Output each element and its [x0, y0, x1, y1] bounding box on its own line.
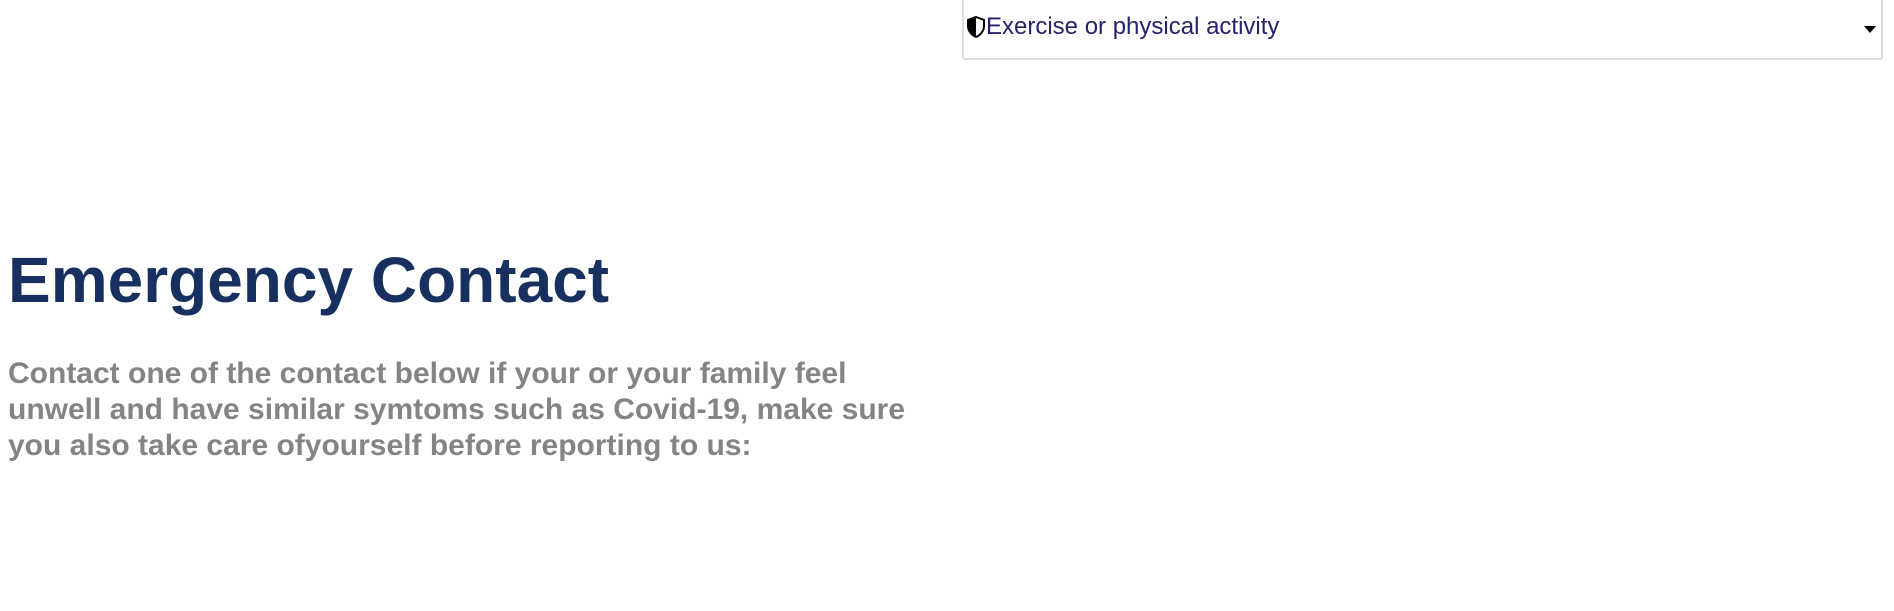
shield-half-icon: [966, 15, 986, 39]
accordion-label: Exercise or physical activity: [986, 13, 1280, 40]
emergency-contact-heading: Emergency Contact: [8, 244, 610, 316]
emergency-contact-description: Contact one of the contact below if your…: [8, 357, 906, 462]
page: Exercise or physical activity Emergency …: [0, 0, 1894, 611]
accordion-exercise-or-physical-activity[interactable]: Exercise or physical activity: [962, 0, 1883, 60]
caret-down-icon[interactable]: [1863, 21, 1877, 33]
